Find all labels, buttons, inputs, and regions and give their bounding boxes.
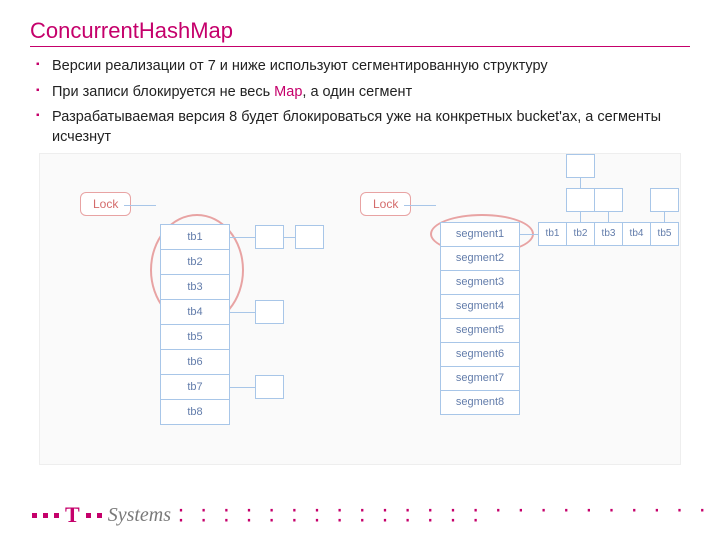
- segment-cell: segment4: [440, 294, 520, 319]
- bucket-cell: tb2: [160, 249, 230, 275]
- footer: T Systems · · · · · · · · · · · · · · · …: [30, 502, 720, 528]
- bullet-2: При записи блокируется не весь Map, а од…: [36, 83, 690, 103]
- bucket-cell: tb1: [160, 224, 230, 250]
- footer-dots: · · · · · · · · · · · · · · · · · · · · …: [177, 505, 720, 525]
- segment-cell: segment5: [440, 318, 520, 343]
- logo-dot: [54, 513, 59, 518]
- segment-cell: segment3: [440, 270, 520, 295]
- connector: [580, 212, 581, 222]
- segment-cell: segment1: [440, 222, 520, 247]
- bucket-cell: tb5: [160, 324, 230, 350]
- chain-node: [255, 300, 284, 324]
- connector: [284, 237, 295, 238]
- chain-node: [255, 375, 284, 399]
- bullet-1: Версии реализации от 7 и ниже используют…: [36, 57, 690, 77]
- bullet-3: Разрабатываемая версия 8 будет блокирова…: [36, 108, 690, 147]
- connector: [404, 205, 436, 206]
- bullet-list: Версии реализации от 7 и ниже используют…: [30, 57, 690, 147]
- bullet-2-text-a: При записи блокируется не весь: [52, 84, 274, 100]
- bucket-cell: tb7: [160, 374, 230, 400]
- slide-title: ConcurrentHashMap: [30, 18, 690, 47]
- connector: [230, 237, 255, 238]
- chain-node: [594, 188, 623, 212]
- bucket-cell: tb3: [160, 274, 230, 300]
- segment-cell: segment7: [440, 366, 520, 391]
- bucket-cell: tb6: [160, 349, 230, 375]
- connector: [580, 178, 581, 188]
- tb-cell: tb5: [650, 222, 679, 246]
- chain-node: [566, 188, 595, 212]
- chain-node: [650, 188, 679, 212]
- segment-cell: segment8: [440, 390, 520, 415]
- segment-cell: segment2: [440, 246, 520, 271]
- connector: [520, 234, 538, 235]
- segment-stack: segment1 segment2 segment3 segment4 segm…: [440, 222, 520, 414]
- tb-cell: tb1: [538, 222, 567, 246]
- lock-label-right: Lock: [360, 192, 411, 216]
- segment-cell: segment6: [440, 342, 520, 367]
- logo-dot: [86, 513, 91, 518]
- diagram: Lock tb1 tb2 tb3 tb4 tb5 tb6 tb7 tb8 Loc…: [39, 153, 681, 465]
- chain-node: [255, 225, 284, 249]
- logo-dot: [32, 513, 37, 518]
- connector: [664, 212, 665, 222]
- connector: [608, 212, 609, 222]
- t-systems-logo: T Systems: [30, 502, 171, 528]
- bullet-2-text-b: , а один сегмент: [302, 84, 412, 100]
- logo-dot: [97, 513, 102, 518]
- chain-node: [566, 154, 595, 178]
- left-bucket-stack: tb1 tb2 tb3 tb4 tb5 tb6 tb7 tb8: [160, 224, 230, 424]
- bucket-cell: tb4: [160, 299, 230, 325]
- chain-node: [295, 225, 324, 249]
- tb-cell: tb3: [594, 222, 623, 246]
- connector: [124, 205, 156, 206]
- lock-label-left: Lock: [80, 192, 131, 216]
- logo-systems: Systems: [108, 504, 171, 527]
- logo-dot: [43, 513, 48, 518]
- tb-cell: tb4: [622, 222, 651, 246]
- bullet-2-highlight: Map: [274, 84, 302, 100]
- connector: [230, 387, 255, 388]
- tb-cell: tb2: [566, 222, 595, 246]
- bucket-cell: tb8: [160, 399, 230, 425]
- connector: [230, 312, 255, 313]
- logo-t: T: [65, 502, 80, 528]
